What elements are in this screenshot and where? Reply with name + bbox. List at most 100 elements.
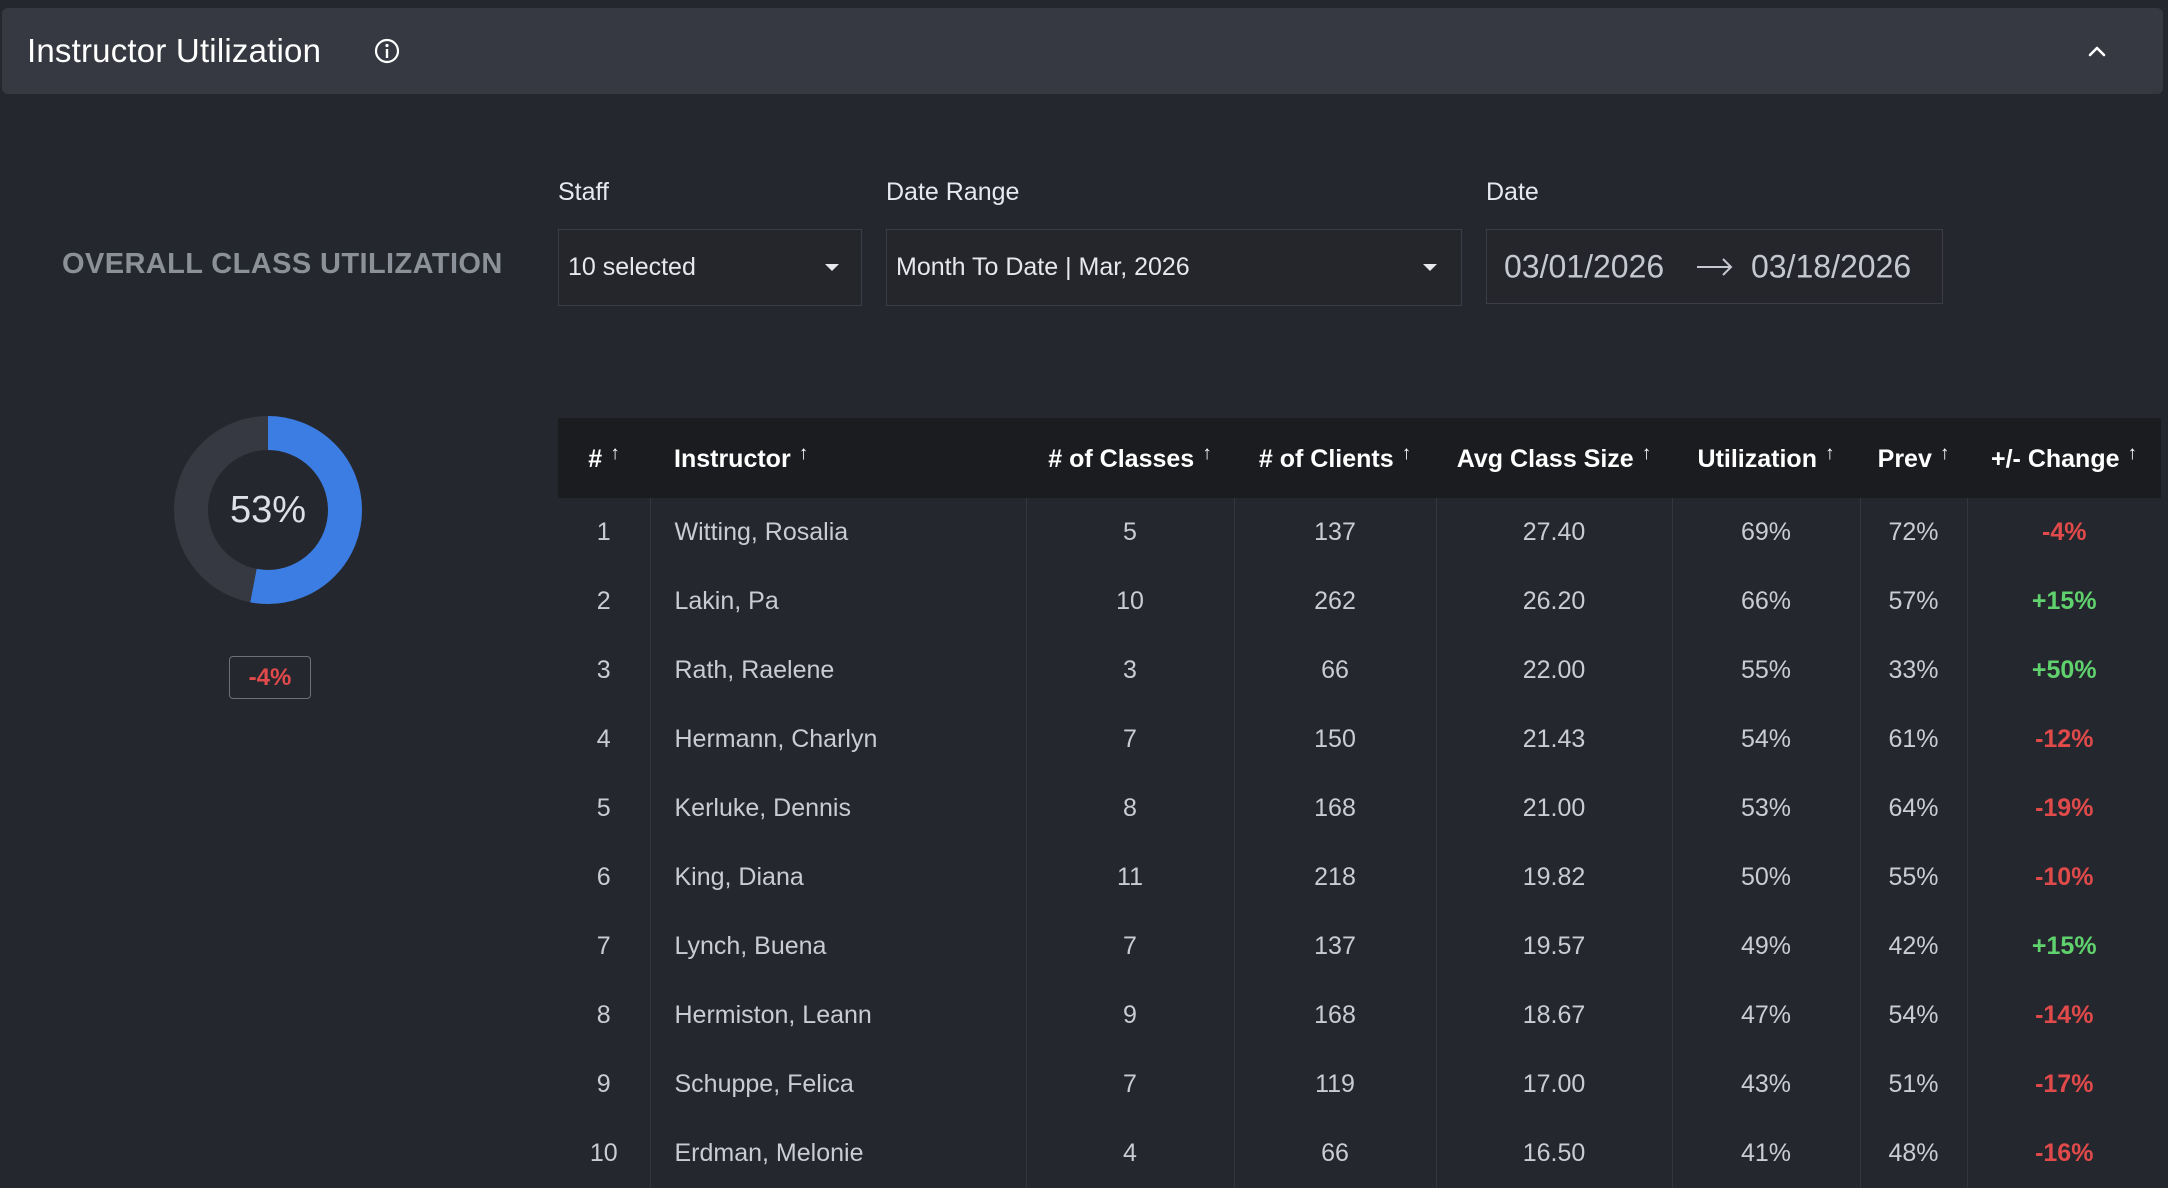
cell-instructor: Lynch, Buena: [649, 912, 1026, 981]
cell-classes: 10: [1025, 567, 1234, 636]
caret-down-icon: [1423, 263, 1437, 271]
cell-classes: 7: [1025, 912, 1234, 981]
cell-change: +50%: [1966, 636, 2161, 705]
table-row[interactable]: 3 Rath, Raelene 3 66 22.00 55% 33% +50%: [558, 636, 2161, 705]
sort-arrow-icon: ↑: [1401, 442, 1412, 464]
overall-utilization-label: OVERALL CLASS UTILIZATION: [62, 248, 503, 280]
cell-instructor: Hermiston, Leann: [649, 981, 1026, 1050]
cell-clients: 137: [1233, 498, 1436, 567]
sort-arrow-icon: ↑: [1939, 442, 1950, 464]
cell-change: -19%: [1966, 774, 2161, 843]
cell-change: -4%: [1966, 498, 2161, 567]
cell-change: -17%: [1966, 1050, 2161, 1119]
cell-prev: 54%: [1859, 981, 1967, 1050]
column-header-utilization[interactable]: Utilization ↑: [1672, 418, 1860, 498]
date-start-input[interactable]: 03/01/2026: [1504, 248, 1664, 285]
cell-change: -12%: [1966, 705, 2161, 774]
cell-rank: 7: [596, 932, 611, 960]
date-range-select[interactable]: Month To Date | Mar, 2026: [886, 229, 1462, 306]
instructor-table: # ↑ Instructor ↑ # of Classes ↑ # of Client…: [558, 418, 2161, 1188]
cell-clients: 137: [1233, 912, 1436, 981]
cell-rank: 8: [596, 1001, 611, 1029]
sort-arrow-icon: ↑: [1202, 442, 1212, 464]
caret-down-icon: [825, 263, 839, 271]
cell-prev: 61%: [1859, 705, 1967, 774]
cell-prev: 64%: [1859, 774, 1967, 843]
cell-change: +15%: [1966, 912, 2161, 981]
cell-avg-class-size: 16.50: [1435, 1119, 1672, 1188]
cell-avg-class-size: 22.00: [1435, 636, 1672, 705]
panel-header: Instructor Utilization: [2, 8, 2163, 94]
cell-classes: 3: [1025, 636, 1234, 705]
date-label: Date: [1486, 178, 1539, 206]
cell-instructor: Schuppe, Felica: [649, 1050, 1026, 1119]
cell-utilization: 66%: [1671, 567, 1860, 636]
cell-change: -10%: [1966, 843, 2161, 912]
cell-utilization: 50%: [1671, 843, 1860, 912]
overall-change-badge: -4%: [229, 656, 311, 699]
cell-utilization: 47%: [1671, 981, 1860, 1050]
cell-prev: 55%: [1859, 843, 1967, 912]
column-header-avg-class-size[interactable]: Avg Class Size ↑: [1436, 418, 1672, 498]
table-row[interactable]: 2 Lakin, Pa 10 262 26.20 66% 57% +15%: [558, 567, 2161, 636]
cell-rank: 10: [589, 1139, 618, 1167]
chevron-up-icon[interactable]: [2082, 36, 2112, 66]
cell-change: -14%: [1966, 981, 2161, 1050]
cell-clients: 262: [1233, 567, 1436, 636]
column-header-change[interactable]: +/- Change ↑: [1967, 418, 2161, 498]
cell-avg-class-size: 18.67: [1435, 981, 1672, 1050]
table-row[interactable]: 9 Schuppe, Felica 7 119 17.00 43% 51% -17%: [558, 1050, 2161, 1119]
cell-avg-class-size: 19.82: [1435, 843, 1672, 912]
sort-arrow-icon: ↑: [798, 442, 809, 464]
sort-arrow-icon: ↑: [610, 442, 620, 464]
staff-select-value: 10 selected: [568, 253, 696, 281]
cell-utilization: 43%: [1671, 1050, 1860, 1119]
cell-utilization: 69%: [1671, 498, 1860, 567]
cell-rank: 4: [596, 725, 611, 753]
staff-select[interactable]: 10 selected: [558, 229, 862, 306]
table-row[interactable]: 10 Erdman, Melonie 4 66 16.50 41% 48% -16%: [558, 1119, 2161, 1188]
cell-rank: 6: [596, 863, 611, 891]
info-icon[interactable]: [372, 36, 402, 66]
date-range-label: Date Range: [886, 178, 1020, 206]
cell-classes: 9: [1025, 981, 1234, 1050]
table-row[interactable]: 1 Witting, Rosalia 5 137 27.40 69% 72% -4%: [558, 498, 2161, 567]
cell-instructor: King, Diana: [649, 843, 1026, 912]
table-row[interactable]: 4 Hermann, Charlyn 7 150 21.43 54% 61% -12%: [558, 705, 2161, 774]
cell-clients: 150: [1233, 705, 1436, 774]
cell-clients: 168: [1233, 981, 1436, 1050]
column-header-classes[interactable]: # of Classes ↑: [1026, 418, 1234, 498]
cell-rank: 1: [596, 518, 611, 546]
column-header-instructor[interactable]: Instructor ↑: [650, 418, 1026, 498]
cell-classes: 4: [1025, 1119, 1234, 1188]
table-row[interactable]: 6 King, Diana 11 218 19.82 50% 55% -10%: [558, 843, 2161, 912]
cell-rank: 2: [596, 587, 611, 615]
sort-arrow-icon: ↑: [1641, 442, 1652, 464]
staff-label: Staff: [558, 178, 609, 206]
cell-prev: 51%: [1859, 1050, 1967, 1119]
cell-instructor: Hermann, Charlyn: [649, 705, 1026, 774]
table-row[interactable]: 7 Lynch, Buena 7 137 19.57 49% 42% +15%: [558, 912, 2161, 981]
cell-instructor: Lakin, Pa: [649, 567, 1026, 636]
date-range-picker[interactable]: 03/01/2026 03/18/2026: [1486, 229, 1943, 304]
table-row[interactable]: 8 Hermiston, Leann 9 168 18.67 47% 54% -14%: [558, 981, 2161, 1050]
cell-classes: 7: [1025, 705, 1234, 774]
cell-prev: 72%: [1859, 498, 1967, 567]
cell-classes: 7: [1025, 1050, 1234, 1119]
cell-avg-class-size: 19.57: [1435, 912, 1672, 981]
cell-avg-class-size: 21.43: [1435, 705, 1672, 774]
column-header-rank[interactable]: # ↑: [558, 418, 650, 498]
cell-prev: 48%: [1859, 1119, 1967, 1188]
cell-classes: 11: [1025, 843, 1234, 912]
cell-utilization: 54%: [1671, 705, 1860, 774]
panel-title: Instructor Utilization: [27, 32, 322, 69]
cell-prev: 33%: [1859, 636, 1967, 705]
column-header-clients[interactable]: # of Clients ↑: [1234, 418, 1436, 498]
cell-utilization: 53%: [1671, 774, 1860, 843]
column-header-prev[interactable]: Prev ↑: [1860, 418, 1967, 498]
table-row[interactable]: 5 Kerluke, Dennis 8 168 21.00 53% 64% -19%: [558, 774, 2161, 843]
cell-avg-class-size: 17.00: [1435, 1050, 1672, 1119]
date-end-input[interactable]: 03/18/2026: [1751, 248, 1911, 285]
cell-classes: 5: [1025, 498, 1234, 567]
date-range-value: Month To Date | Mar, 2026: [896, 253, 1190, 281]
